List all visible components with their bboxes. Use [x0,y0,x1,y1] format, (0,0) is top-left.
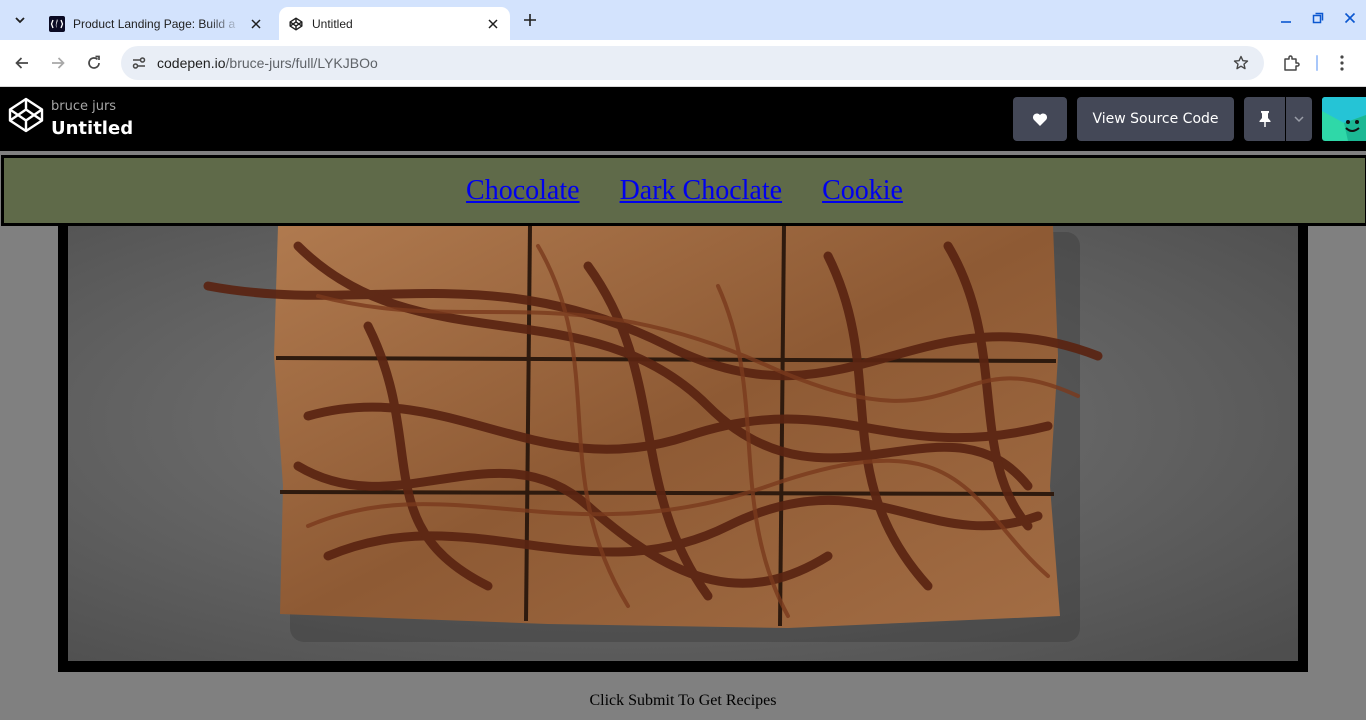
cta-text: Click Submit To Get Recipes [589,692,777,709]
minimize-icon [1281,21,1291,23]
forward-button[interactable] [46,51,70,75]
codepen-icon [288,16,304,32]
tab-search-button[interactable] [8,8,32,32]
avatar[interactable] [1322,97,1366,141]
close-icon[interactable] [248,16,264,32]
minimize-button[interactable] [1276,8,1296,28]
nav-link-chocolate[interactable]: Chocolate [466,175,580,207]
bookmark-star-icon[interactable] [1230,52,1252,74]
extensions-icon[interactable] [1279,51,1303,75]
nav-link-cookie[interactable]: Cookie [822,175,903,207]
site-info-icon[interactable] [127,51,151,75]
pin-icon [1259,111,1270,127]
hero-image [68,226,1298,661]
like-button[interactable] [1013,97,1067,141]
more-options-icon[interactable] [1335,51,1349,75]
view-source-button[interactable]: View Source Code [1077,97,1234,141]
restore-icon [1312,12,1324,24]
chevron-down-icon [15,17,25,24]
codepen-logo-icon[interactable] [8,97,44,133]
heart-icon [1032,112,1048,126]
tab-title: Product Landing Page: Build a [73,16,236,31]
reload-button[interactable] [82,51,106,75]
codepen-header: bruce jurs Untitled View Source Code [0,87,1366,151]
freecodecamp-icon [49,15,65,32]
pin-button[interactable] [1244,97,1285,141]
tab-untitled[interactable]: Untitled [279,7,510,40]
url-text[interactable]: codepen.io/bruce-jurs/full/LYKJBOo [157,55,378,71]
browser-toolbar: codepen.io/bruce-jurs/full/LYKJBOo [0,40,1366,87]
recipe-navbar: Chocolate Dark Choclate Cookie [1,155,1366,226]
pen-title: Untitled [51,118,134,139]
nav-link-dark-chocolate[interactable]: Dark Choclate [620,175,783,207]
tab-strip: Product Landing Page: Build a Untitled [0,0,1366,40]
pen-output: Chocolate Dark Choclate Cookie Click Sub… [0,151,1366,720]
tab-title: Untitled [312,16,353,31]
toolbar-divider [1316,55,1318,71]
close-icon[interactable] [485,16,501,32]
close-icon [1344,12,1356,24]
address-bar[interactable]: codepen.io/bruce-jurs/full/LYKJBOo [121,46,1264,80]
arrow-right-icon [52,57,65,69]
pen-author[interactable]: bruce jurs [51,99,116,114]
reload-icon [88,55,100,69]
arrow-left-icon [15,57,28,69]
restore-button[interactable] [1308,8,1328,28]
close-window-button[interactable] [1340,8,1360,28]
url-path: /bruce-jurs/full/LYKJBOo [225,55,378,71]
new-tab-button[interactable] [519,9,541,31]
url-host: codepen.io [157,55,226,71]
tab-product-landing[interactable]: Product Landing Page: Build a [40,7,273,40]
plus-icon [524,14,536,26]
pin-dropdown-button[interactable] [1286,97,1312,141]
chevron-down-icon [1294,116,1304,123]
back-button[interactable] [10,51,34,75]
hero-image-frame [58,226,1308,672]
